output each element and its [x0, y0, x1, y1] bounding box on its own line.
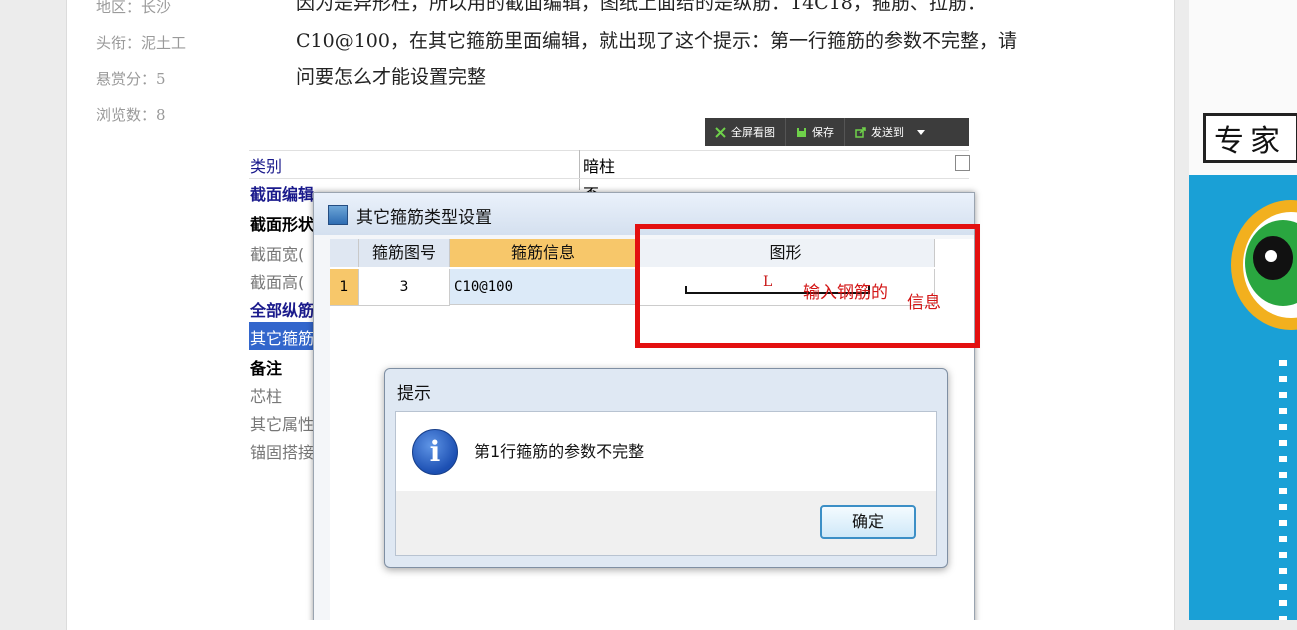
banner-sign: 专家	[1203, 113, 1297, 163]
prop-key: 截面编辑	[250, 185, 315, 204]
save-label: 保存	[812, 126, 834, 139]
fullscreen-icon	[715, 126, 726, 138]
row-code-cell[interactable]: 3	[359, 269, 450, 306]
prop-key: 备注	[250, 359, 283, 378]
question-line-3: 问要怎么才能设置完整	[296, 66, 487, 88]
chevron-down-icon[interactable]	[917, 129, 925, 135]
alert-body: i 第1行箍筋的参数不完整	[395, 411, 937, 493]
question-line-2: C10@100，在其它箍筋里面编辑，就出现了这个提示：第一行箍筋的参数不完整，请	[296, 30, 1017, 52]
prop-key: 截面形状	[250, 215, 315, 234]
alert-dialog: 提示 i 第1行箍筋的参数不完整 确定	[384, 368, 948, 568]
send-to-label: 发送到	[871, 126, 904, 139]
meta-views: 浏览数：8	[96, 106, 166, 124]
expert-banner[interactable]: 专家	[1189, 0, 1297, 620]
eye-glint	[1265, 250, 1277, 262]
prop-key: 全部纵筋	[250, 301, 315, 320]
ok-button[interactable]: 确定	[820, 505, 916, 539]
question-image[interactable]: 全屏看图 保存 发送到 类别 暗柱 截面编辑 否 截面形状 截面宽( 截面高( …	[249, 118, 989, 620]
image-toolbar: 全屏看图 保存 发送到	[705, 118, 969, 146]
row-info-cell[interactable]: C10@100	[450, 269, 636, 305]
prop-key: 截面高(	[250, 273, 305, 292]
info-icon: i	[412, 429, 458, 475]
alert-title: 提示	[397, 384, 431, 404]
prop-key: 截面宽(	[250, 245, 305, 264]
annotation-text: 信息	[907, 293, 941, 313]
save-button[interactable]: 保存	[786, 118, 845, 146]
alert-footer: 确定	[395, 491, 937, 556]
app-icon	[328, 205, 348, 225]
col-info-header[interactable]: 箍筋信息	[450, 239, 637, 267]
dialog-title: 其它箍筋类型设置	[356, 208, 492, 228]
meta-region: 地区：长沙	[96, 0, 172, 16]
meta-bounty: 悬赏分：5	[96, 70, 166, 88]
prop-header-row: 类别 暗柱	[249, 150, 969, 178]
alert-message: 第1行箍筋的参数不完整	[474, 442, 645, 461]
send-to-button[interactable]: 发送到	[845, 118, 935, 146]
prop-header-value: 暗柱	[583, 157, 616, 176]
meta-title: 头衔：泥土工	[96, 34, 187, 52]
col-index-header	[330, 239, 359, 267]
prop-header-key: 类别	[250, 157, 283, 176]
row-index: 1	[330, 269, 359, 306]
checkbox[interactable]	[955, 155, 970, 171]
col-code-header[interactable]: 箍筋图号	[359, 239, 450, 267]
fullscreen-label: 全屏看图	[731, 126, 775, 139]
save-icon	[797, 127, 806, 137]
prop-key: 其它属性	[250, 415, 315, 434]
annotation-text: 输入钢筋的	[803, 283, 888, 303]
prop-key: 其它箍筋	[250, 329, 315, 348]
prop-key: 锚固搭接	[250, 443, 315, 462]
fullscreen-button[interactable]: 全屏看图	[705, 118, 786, 146]
banner-dots	[1279, 360, 1287, 620]
question-line-1: 因为是异形柱，所以用的截面编辑，图纸上面给的是纵筋：14C18，箍筋、拉筋：	[296, 0, 986, 14]
prop-key: 芯柱	[250, 387, 283, 406]
share-icon	[855, 126, 866, 138]
prop-row-selected[interactable]: 其它箍筋	[249, 322, 317, 350]
